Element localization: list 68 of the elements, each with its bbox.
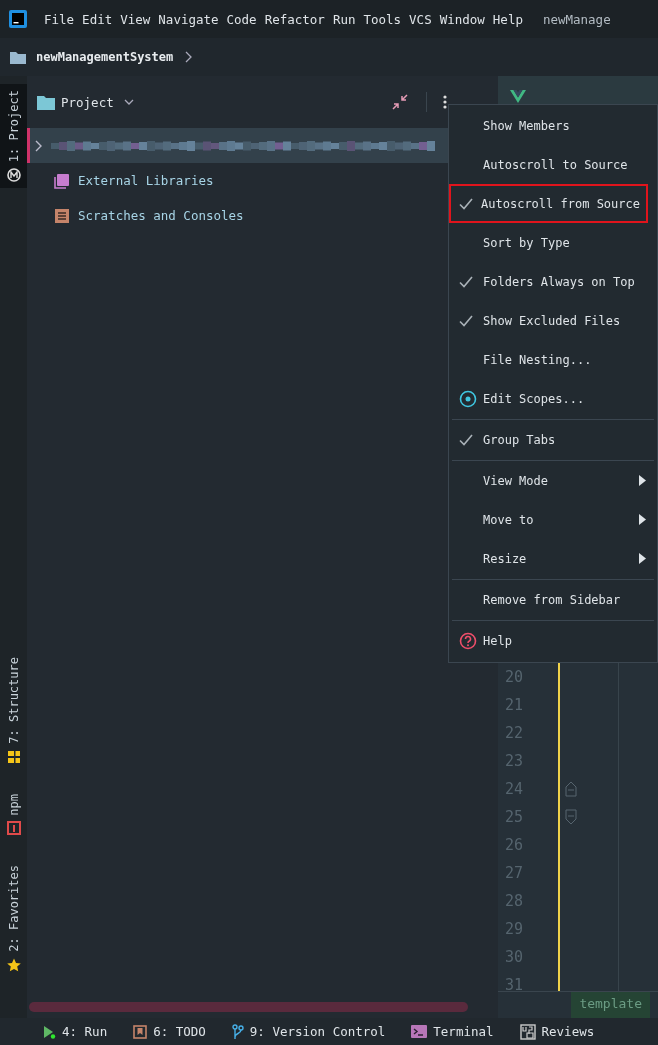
branch-icon[interactable] [231, 1023, 244, 1040]
fold-marker-icon[interactable] [565, 781, 577, 797]
scrollbar[interactable] [29, 1002, 468, 1012]
target-icon [459, 389, 477, 408]
terminal-icon[interactable] [411, 1025, 428, 1038]
reviews-icon[interactable] [519, 1023, 536, 1040]
menu-item[interactable]: View [120, 11, 151, 27]
menu-item[interactable]: Folders Always on Top [449, 262, 648, 301]
menu-item[interactable]: Refactor [264, 11, 325, 27]
menu-item[interactable]: Remove from Sidebar [449, 580, 648, 619]
scratch-file-icon [54, 207, 70, 224]
tool-window-tab[interactable]: 2: Favorites [0, 859, 27, 978]
panel-title[interactable]: Project [61, 94, 114, 110]
structure-icon [6, 749, 21, 764]
menu-item[interactable]: Show Members [449, 106, 648, 145]
menu-item[interactable]: Show Excluded Files [449, 301, 648, 340]
app-logo-icon [9, 10, 27, 28]
folder-icon [37, 94, 55, 110]
submenu-arrow-icon [639, 553, 646, 564]
menu-item[interactable]: Resize [449, 539, 648, 578]
menu-item[interactable]: Edit Scopes... [449, 379, 648, 418]
menu-item[interactable]: Code [226, 11, 257, 27]
menu-item[interactable]: View Mode [449, 461, 648, 500]
chevron-down-icon[interactable] [123, 99, 134, 105]
menu-item[interactable]: Autoscroll from Source [449, 184, 648, 223]
menu-item[interactable]: File [44, 11, 75, 27]
project-icon [6, 168, 21, 183]
menu-item[interactable]: File Nesting... [449, 340, 648, 379]
menu-item[interactable]: Tools [363, 11, 402, 27]
more-options-icon[interactable] [443, 95, 447, 109]
chevron-right-icon[interactable] [35, 139, 43, 152]
vue-file-icon [510, 90, 526, 103]
menu-item[interactable]: Window [439, 11, 485, 27]
menu-item[interactable]: Move to [449, 500, 648, 539]
tool-window-tab[interactable]: 7: Structure [0, 650, 27, 770]
tool-window-button[interactable]: 6: TODO [153, 1024, 206, 1039]
star-icon [6, 958, 21, 972]
menu-item[interactable]: Help [449, 621, 648, 660]
menu-item[interactable]: Group Tabs [449, 420, 648, 459]
npm-icon [6, 821, 21, 836]
tool-window-button[interactable]: 9: Version Control [249, 1024, 386, 1039]
tool-window-button[interactable]: 4: Run [62, 1024, 108, 1039]
menu-item[interactable]: Edit [82, 11, 113, 27]
menu-item[interactable]: Help [492, 11, 523, 27]
tool-window-tab[interactable]: 1: Project [0, 84, 27, 189]
tool-window-tab[interactable]: npm [0, 787, 27, 842]
submenu-arrow-icon [639, 475, 646, 486]
breadcrumb-item[interactable]: newManagementSystem [36, 50, 174, 64]
fold-marker-icon[interactable] [565, 809, 577, 825]
menu-item[interactable]: Run [332, 11, 356, 27]
help-icon [459, 631, 477, 650]
tree-row[interactable] [27, 128, 448, 163]
menu-item[interactable]: Autoscroll to Source [449, 145, 648, 184]
library-icon [54, 172, 70, 189]
submenu-arrow-icon [639, 514, 646, 525]
todo-icon[interactable] [133, 1024, 148, 1039]
tree-row[interactable]: Scratches and Consoles [27, 198, 448, 233]
collapse-all-icon[interactable] [392, 94, 408, 110]
chevron-right-icon [185, 51, 194, 63]
tree-row[interactable]: External Libraries [27, 163, 448, 198]
menu-item[interactable]: Navigate [158, 11, 219, 27]
tool-window-button[interactable]: Reviews [541, 1024, 595, 1039]
tool-window-button[interactable]: Terminal [433, 1024, 494, 1039]
run-icon[interactable] [42, 1024, 56, 1039]
window-title: newManage [542, 11, 611, 27]
menu-item[interactable]: Sort by Type [449, 223, 648, 262]
menu-item[interactable]: VCS [409, 11, 432, 27]
folder-icon [10, 50, 26, 64]
